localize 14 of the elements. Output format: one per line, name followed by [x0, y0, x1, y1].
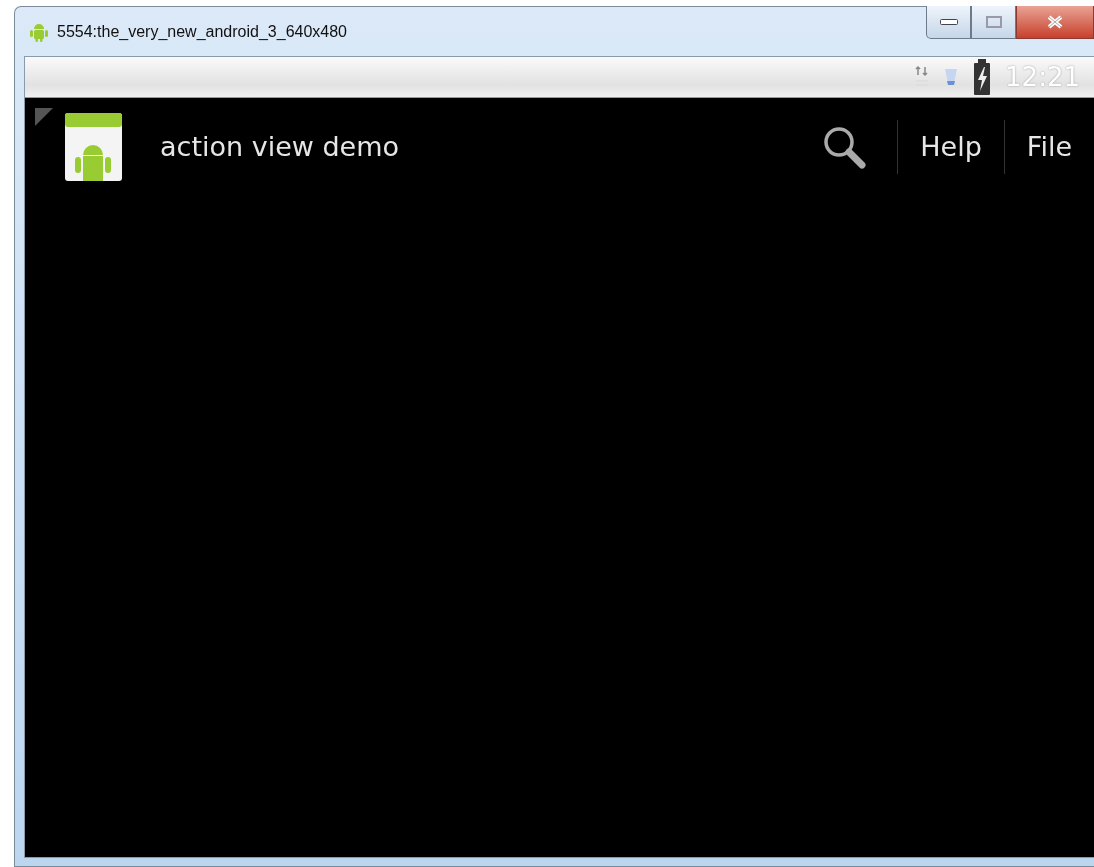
maximize-icon — [985, 16, 1002, 28]
app-title: action view demo — [160, 129, 400, 164]
minimize-button[interactable] — [926, 6, 971, 39]
battery-charging-icon — [973, 59, 992, 95]
close-icon — [1046, 15, 1064, 29]
window-title: 5554:the_very_new_android_3_640x480 — [57, 21, 347, 42]
menu-item[interactable]: Help — [898, 119, 1004, 175]
menu-item[interactable]: File — [1004, 119, 1094, 175]
search-icon — [821, 124, 868, 170]
close-button[interactable] — [1016, 6, 1094, 39]
minimize-icon — [939, 19, 958, 25]
corner-triangle-icon — [35, 108, 53, 126]
app-icon — [65, 113, 122, 181]
maximize-button[interactable] — [971, 6, 1016, 39]
